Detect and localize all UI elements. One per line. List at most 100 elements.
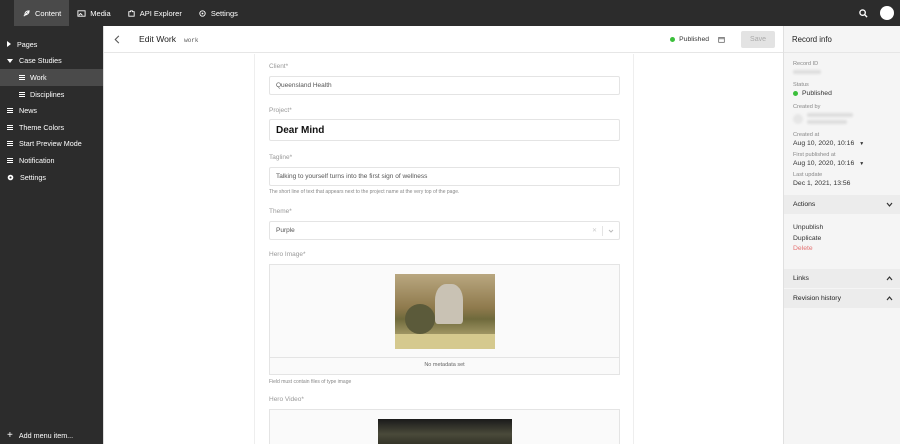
client-field: Client* Queensland Health bbox=[269, 63, 620, 95]
add-menu-item-button[interactable]: + Add menu item... bbox=[7, 429, 74, 441]
model-api-key: work bbox=[184, 36, 199, 44]
nav-tab-media[interactable]: Media bbox=[69, 0, 118, 26]
main-editor: Edit Work work Published Save Client* Qu… bbox=[103, 26, 783, 444]
theme-select[interactable]: Purple ✕ bbox=[269, 221, 620, 240]
status-label: Published bbox=[679, 36, 710, 43]
hero-video-field: Hero Video* bbox=[269, 396, 620, 444]
sidebar-item-work[interactable]: Work bbox=[0, 69, 103, 86]
record-info-panel: Record info Record ID Status Published C… bbox=[783, 26, 900, 444]
first-published-value[interactable]: Aug 10, 2020, 10:16 ▼ bbox=[793, 160, 900, 167]
sidebar-item-theme-colors[interactable]: Theme Colors bbox=[0, 119, 103, 136]
field-label: Project* bbox=[269, 107, 292, 114]
hero-image-thumbnail[interactable] bbox=[395, 274, 495, 349]
field-hint: The short line of text that appears next… bbox=[269, 189, 460, 195]
list-icon bbox=[7, 141, 13, 147]
hero-video-thumbnail[interactable] bbox=[378, 419, 512, 444]
puzzle-icon bbox=[128, 9, 135, 17]
tagline-input[interactable]: Talking to yourself turns into the first… bbox=[269, 167, 620, 186]
first-published-label: First published at bbox=[793, 152, 836, 158]
last-update-label: Last update bbox=[793, 172, 823, 178]
sidebar-item-label: Start Preview Mode bbox=[19, 139, 82, 149]
sidebar-item-start-preview-mode[interactable]: Start Preview Mode bbox=[0, 136, 103, 153]
chevron-down-icon[interactable] bbox=[608, 229, 614, 233]
hero-image-dropzone[interactable]: No metadata set bbox=[269, 264, 620, 375]
field-label: Tagline* bbox=[269, 154, 293, 161]
status-badge: Published bbox=[670, 36, 709, 43]
created-at-label: Created at bbox=[793, 132, 820, 138]
section-label: Actions bbox=[793, 201, 816, 208]
list-icon bbox=[7, 124, 13, 130]
chevron-down-icon bbox=[7, 58, 13, 63]
delete-action[interactable]: Delete bbox=[793, 245, 900, 256]
sidebar-item-news[interactable]: News bbox=[0, 102, 103, 119]
sidebar-item-label: Theme Colors bbox=[19, 122, 65, 132]
actions-section-header[interactable]: Actions bbox=[784, 195, 900, 214]
top-nav: Content Media API Explorer Settings bbox=[0, 0, 900, 26]
sidebar-item-pages[interactable]: Pages bbox=[0, 36, 103, 53]
hero-video-dropzone[interactable] bbox=[269, 409, 620, 444]
section-label: Revision history bbox=[793, 294, 841, 302]
divider bbox=[602, 226, 603, 236]
plus-icon: + bbox=[7, 429, 13, 441]
caret-down-icon: ▼ bbox=[859, 160, 865, 167]
record-form: Client* Queensland Health Project* Dear … bbox=[254, 54, 634, 444]
caret-down-icon: ▼ bbox=[859, 140, 865, 147]
sidebar-item-label: Work bbox=[30, 72, 47, 82]
chevron-up-icon bbox=[886, 275, 893, 280]
duplicate-action[interactable]: Duplicate bbox=[793, 235, 900, 246]
tagline-field: Tagline* Talking to yourself turns into … bbox=[269, 154, 620, 195]
feather-icon bbox=[23, 9, 30, 17]
nav-tab-label: Media bbox=[90, 8, 111, 18]
sidebar-item-label: News bbox=[19, 106, 37, 116]
editor-header: Edit Work work Published Save bbox=[104, 26, 783, 53]
list-icon bbox=[19, 91, 25, 97]
record-id-value bbox=[793, 70, 821, 74]
sidebar-item-notification[interactable]: Notification bbox=[0, 152, 103, 169]
nav-tab-label: Settings bbox=[210, 8, 238, 18]
sidebar-item-label: Case Studies bbox=[19, 56, 62, 66]
list-icon bbox=[7, 157, 13, 163]
client-input[interactable]: Queensland Health bbox=[269, 76, 620, 95]
sidebar-item-label: Pages bbox=[17, 39, 38, 49]
theme-field: Theme* Purple ✕ bbox=[269, 208, 620, 240]
nav-tab-content[interactable]: Content bbox=[14, 0, 70, 26]
created-by-value bbox=[793, 113, 900, 124]
search-icon[interactable] bbox=[859, 8, 868, 18]
add-menu-item-label: Add menu item... bbox=[18, 431, 74, 440]
sidebar-item-label: Notification bbox=[19, 155, 55, 165]
back-button[interactable] bbox=[104, 26, 130, 53]
project-field: Project* Dear Mind bbox=[269, 107, 620, 141]
chevron-up-icon bbox=[886, 295, 893, 300]
project-input[interactable]: Dear Mind bbox=[269, 119, 620, 141]
sidebar-item-case-studies[interactable]: Case Studies bbox=[0, 53, 103, 70]
record-id-label: Record ID bbox=[793, 61, 819, 67]
unpublish-action[interactable]: Unpublish bbox=[793, 224, 900, 235]
clear-icon[interactable]: ✕ bbox=[592, 227, 597, 234]
image-icon bbox=[77, 9, 86, 17]
field-label: Theme* bbox=[269, 208, 292, 215]
gear-icon bbox=[7, 174, 14, 180]
field-label: Hero Image* bbox=[269, 251, 306, 258]
list-icon bbox=[19, 74, 25, 80]
chevron-right-icon bbox=[7, 41, 11, 48]
sidebar-item-label: Settings bbox=[20, 172, 46, 182]
revision-history-section-header[interactable]: Revision history bbox=[784, 288, 900, 308]
sidebar-item-label: Disciplines bbox=[30, 89, 65, 99]
field-label: Hero Video* bbox=[269, 396, 304, 403]
status-value: Published bbox=[793, 90, 900, 97]
avatar bbox=[793, 113, 803, 124]
nav-tab-settings[interactable]: Settings bbox=[190, 0, 246, 26]
created-at-value[interactable]: Aug 10, 2020, 10:16 ▼ bbox=[793, 140, 900, 147]
nav-tab-label: API Explorer bbox=[139, 8, 182, 18]
gear-icon bbox=[199, 9, 206, 17]
avatar[interactable] bbox=[880, 6, 894, 20]
sidebar-item-settings[interactable]: Settings bbox=[0, 169, 103, 186]
metadata-status: No metadata set bbox=[424, 362, 465, 368]
sidebar-item-disciplines[interactable]: Disciplines bbox=[0, 86, 103, 103]
links-section-header[interactable]: Links bbox=[784, 268, 900, 288]
calendar-icon[interactable] bbox=[718, 36, 725, 43]
nav-tab-api-explorer[interactable]: API Explorer bbox=[119, 0, 190, 26]
save-button[interactable]: Save bbox=[741, 31, 775, 48]
nav-tab-label: Content bbox=[35, 8, 62, 18]
chevron-left-icon bbox=[113, 35, 119, 43]
